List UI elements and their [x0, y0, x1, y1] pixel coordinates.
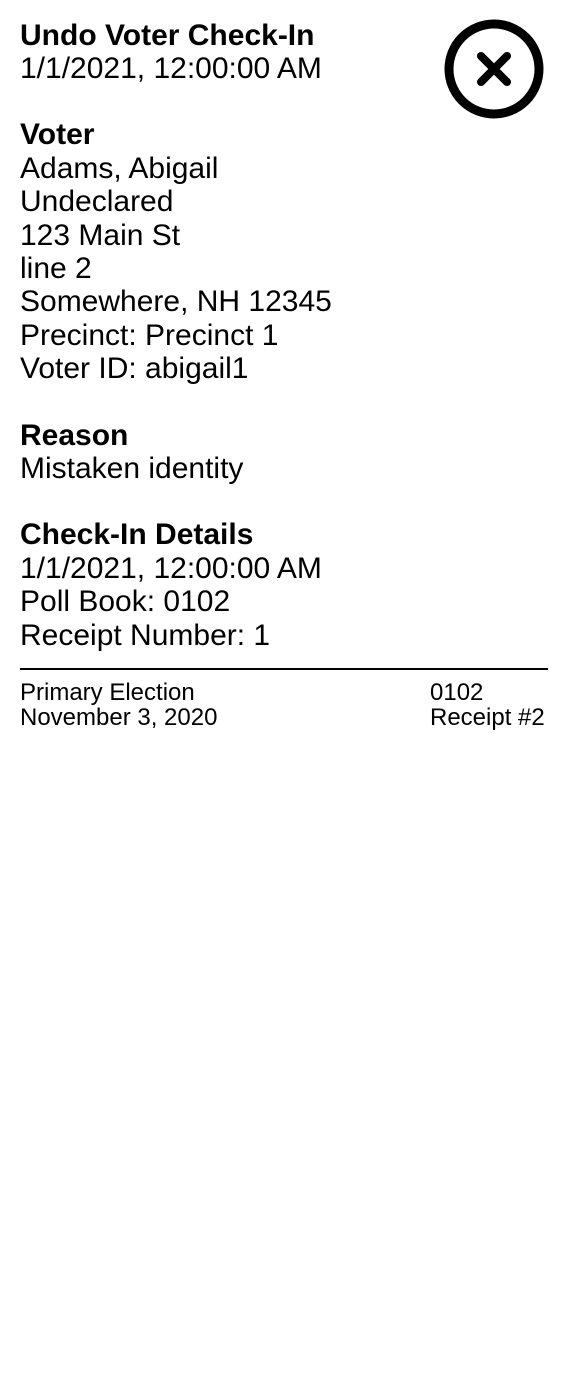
footer-divider [20, 668, 548, 671]
reason-section: Reason Mistaken identity [20, 419, 548, 486]
checkin-poll-book: Poll Book: 0102 [20, 585, 231, 619]
undo-checkin-receipt: Undo Voter Check-In 1/1/2021, 12:00:00 A… [20, 19, 548, 732]
voter-id: Voter ID: abigail1 [20, 352, 249, 386]
voter-heading: Voter [20, 118, 95, 152]
checkin-details-heading: Check-In Details [20, 518, 254, 552]
close-button[interactable] [444, 19, 544, 119]
receipt-header: Undo Voter Check-In 1/1/2021, 12:00:00 A… [20, 19, 548, 119]
voter-address-line1: 123 Main St [20, 218, 181, 252]
reason-text: Mistaken identity [20, 452, 244, 486]
voter-name: Adams, Abigail [20, 151, 219, 185]
poll-book-info: 0102 Receipt #2 [430, 680, 545, 730]
footer-poll-book-id: 0102 [430, 679, 484, 707]
receipt-footer: Primary Election November 3, 2020 0102 R… [20, 680, 548, 732]
footer-receipt: Receipt #2 [430, 704, 545, 732]
checkin-details-section: Check-In Details 1/1/2021, 12:00:00 AM P… [20, 518, 548, 652]
checkin-timestamp: 1/1/2021, 12:00:00 AM [20, 551, 322, 585]
voter-address-line2: line 2 [20, 252, 92, 286]
reason-heading: Reason [20, 418, 129, 452]
checkin-receipt-number: Receipt Number: 1 [20, 618, 271, 652]
voter-precinct: Precinct: Precinct 1 [20, 318, 279, 352]
voter-section: Voter Adams, Abigail Undeclared 123 Main… [20, 118, 548, 385]
voter-city-state-zip: Somewhere, NH 12345 [20, 285, 332, 319]
voter-party: Undeclared [20, 185, 174, 219]
election-name: Primary Election [20, 679, 195, 707]
close-circle-icon [444, 19, 544, 119]
election-date: November 3, 2020 [20, 704, 218, 732]
election-info: Primary Election November 3, 2020 [20, 680, 217, 730]
